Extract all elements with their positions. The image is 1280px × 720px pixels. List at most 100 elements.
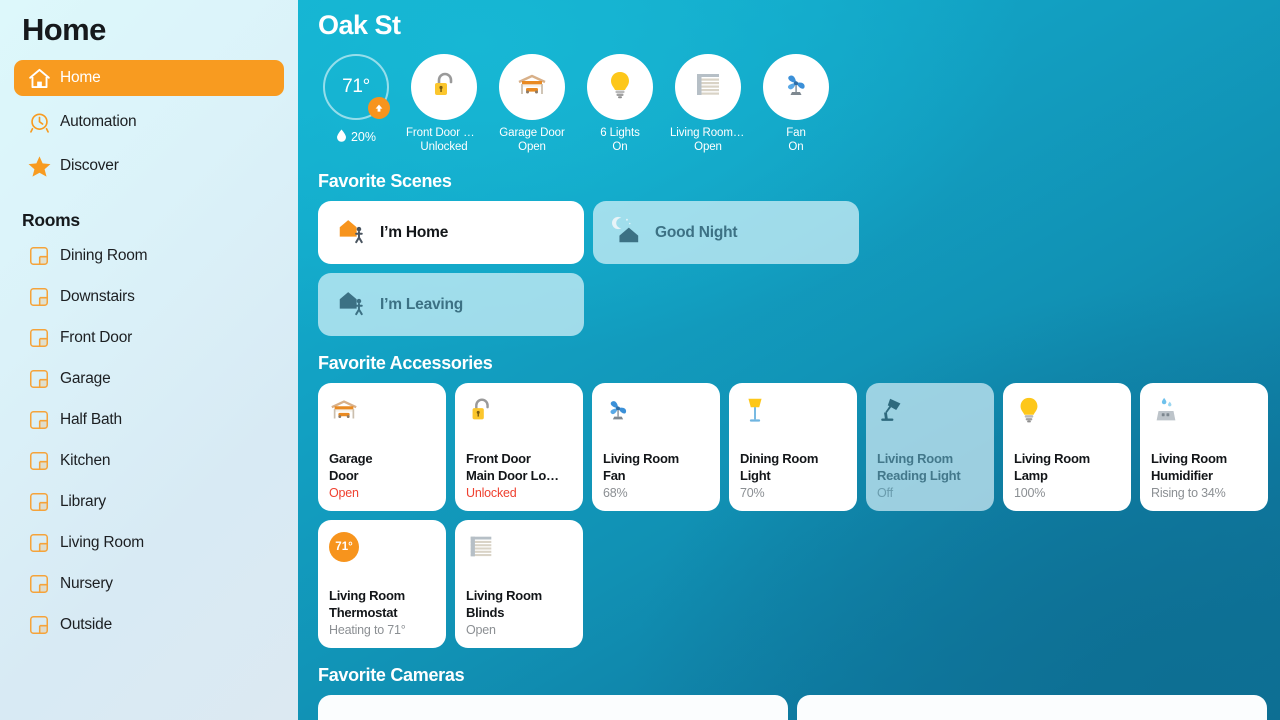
room-icon: [24, 532, 54, 554]
accessory-card-front-door-main-door-lo[interactable]: Front Door Main Door Lo… Unlocked: [455, 383, 583, 511]
sidebar-room-half-bath[interactable]: Half Bath: [14, 404, 284, 436]
scene-card-i-m-home[interactable]: I’m Home: [318, 201, 584, 264]
sidebar-room-nursery[interactable]: Nursery: [14, 568, 284, 600]
sidebar-item-automation[interactable]: Automation: [14, 104, 284, 140]
accessory-name-line1: Dining Room: [740, 451, 819, 466]
accessory-name: Living Room Fan: [603, 451, 709, 484]
temperature-value: 71°: [342, 76, 370, 97]
main-content: Oak St 71° 20% Front Door Mai…Unlocked Ga…: [298, 0, 1280, 720]
accessory-state: Rising to 34%: [1151, 486, 1226, 500]
sidebar-room-front-door[interactable]: Front Door: [14, 322, 284, 354]
status-caption: 6 Lights On: [582, 127, 658, 154]
house-person-icon: [336, 287, 366, 322]
accessory-card-living-room-reading-light[interactable]: Living Room Reading Light Off: [866, 383, 994, 511]
rooms-section-header: Rooms: [22, 210, 80, 230]
sidebar-room-label: Half Bath: [60, 411, 122, 428]
room-icon: [24, 245, 54, 267]
sidebar-item-discover[interactable]: Discover: [14, 148, 284, 184]
accessory-name: Living Room Thermostat: [329, 588, 435, 621]
camera-card[interactable]: [797, 695, 1267, 720]
status-bubble[interactable]: [763, 54, 829, 120]
status-item-6-lights[interactable]: 6 Lights On: [582, 54, 658, 154]
camera-card[interactable]: [318, 695, 788, 720]
accessory-icon-wrap: [1014, 395, 1120, 431]
status-item-climate[interactable]: 71° 20%: [318, 54, 394, 154]
sidebar-room-label: Living Room: [60, 534, 144, 551]
accessory-card-garage-door[interactable]: Garage Door Open: [318, 383, 446, 511]
home-app-window: Home Home Automation Discover Rooms Dining…: [0, 0, 1280, 720]
status-caption-name: Garage Door: [499, 127, 565, 139]
room-icon: [24, 327, 54, 349]
humidity-readout: 20%: [336, 129, 376, 145]
sidebar-room-label: Front Door: [60, 329, 133, 346]
accessory-text: Living Room Reading Light Off: [877, 451, 983, 501]
accessory-name: Living Room Blinds: [466, 588, 572, 621]
favorite-accessories-grid: Garage Door Open Front Door Main Door Lo… Unl…: [318, 383, 1278, 648]
humidifier-icon: [1151, 395, 1181, 430]
sidebar-room-dining-room[interactable]: Dining Room: [14, 240, 284, 272]
moon-house-icon: [611, 215, 641, 250]
sidebar-room-label: Garage: [60, 370, 111, 387]
accessory-icon-wrap: [1151, 395, 1257, 431]
favorite-cameras-row: [318, 695, 1280, 720]
accessory-name-line2: Blinds: [466, 604, 505, 620]
lightbulb-icon: [604, 69, 636, 106]
sidebar-room-downstairs[interactable]: Downstairs: [14, 281, 284, 313]
accessory-icon-wrap: [877, 395, 983, 431]
status-caption-name: Fan: [786, 127, 806, 139]
status-item-living-room-bl[interactable]: Living Room Bl…Open: [670, 54, 746, 154]
temperature-ring[interactable]: 71°: [323, 54, 390, 120]
sidebar-item-label: Automation: [60, 113, 137, 130]
accessory-name-line1: Front Door: [466, 451, 531, 466]
status-bubble[interactable]: [499, 54, 565, 120]
accessory-card-dining-room-light[interactable]: Dining Room Light 70%: [729, 383, 857, 511]
desk-lamp-icon: [877, 395, 907, 430]
status-item-fan[interactable]: Fan On: [758, 54, 834, 154]
arrow-up-icon: [368, 97, 390, 119]
home-name-title: Oak St: [318, 10, 401, 40]
sidebar-room-kitchen[interactable]: Kitchen: [14, 445, 284, 477]
accessory-card-living-room-blinds[interactable]: Living Room Blinds Open: [455, 520, 583, 648]
status-caption-state: On: [612, 140, 628, 153]
sidebar-room-label: Nursery: [60, 575, 113, 592]
sidebar-room-library[interactable]: Library: [14, 486, 284, 518]
accessory-name-line2: Light: [740, 467, 771, 483]
room-icon: [24, 573, 54, 595]
status-caption-name: 6 Lights: [600, 127, 640, 139]
sidebar-room-outside[interactable]: Outside: [14, 609, 284, 641]
accessory-text: Living Room Humidifier Rising to 34%: [1151, 451, 1257, 501]
accessory-state: Open: [466, 623, 496, 637]
accessory-card-living-room-fan[interactable]: Living Room Fan 68%: [592, 383, 720, 511]
scene-card-good-night[interactable]: Good Night: [593, 201, 859, 264]
accessory-text: Front Door Main Door Lo… Unlocked: [466, 451, 572, 501]
scene-label: I’m Leaving: [380, 295, 464, 313]
scene-card-i-m-leaving[interactable]: I’m Leaving: [318, 273, 584, 336]
accessory-card-living-room-lamp[interactable]: Living Room Lamp 100%: [1003, 383, 1131, 511]
status-item-front-door-mai[interactable]: Front Door Mai…Unlocked: [406, 54, 482, 154]
accessory-name-line1: Living Room: [603, 451, 679, 466]
floor-lamp-icon: [740, 395, 770, 430]
status-caption: Garage Door Open: [494, 127, 570, 154]
sidebar-room-label: Kitchen: [60, 452, 111, 469]
accessory-name: Living Room Humidifier: [1151, 451, 1257, 484]
status-bubble[interactable]: [587, 54, 653, 120]
status-bubble[interactable]: [675, 54, 741, 120]
blinds-icon: [692, 69, 724, 106]
accessory-name-line1: Living Room: [877, 451, 953, 466]
sidebar-room-label: Library: [60, 493, 106, 510]
accessory-icon-wrap: [603, 395, 709, 431]
accessory-icon-wrap: [466, 395, 572, 431]
status-bubble[interactable]: [411, 54, 477, 120]
accessory-name-line2: Humidifier: [1151, 467, 1213, 483]
accessory-state: 70%: [740, 486, 765, 500]
status-item-garage-door[interactable]: Garage Door Open: [494, 54, 570, 154]
accessory-card-living-room-humidifier[interactable]: Living Room Humidifier Rising to 34%: [1140, 383, 1268, 511]
sidebar-room-garage[interactable]: Garage: [14, 363, 284, 395]
sidebar-room-living-room[interactable]: Living Room: [14, 527, 284, 559]
sidebar-item-home[interactable]: Home: [14, 60, 284, 96]
accessory-icon-wrap: [329, 395, 435, 431]
accessory-card-living-room-thermostat[interactable]: 71° Living Room Thermostat Heating to 71°: [318, 520, 446, 648]
room-icon: [24, 409, 54, 431]
accessory-text: Garage Door Open: [329, 451, 435, 501]
accessory-state: Heating to 71°: [329, 623, 406, 637]
